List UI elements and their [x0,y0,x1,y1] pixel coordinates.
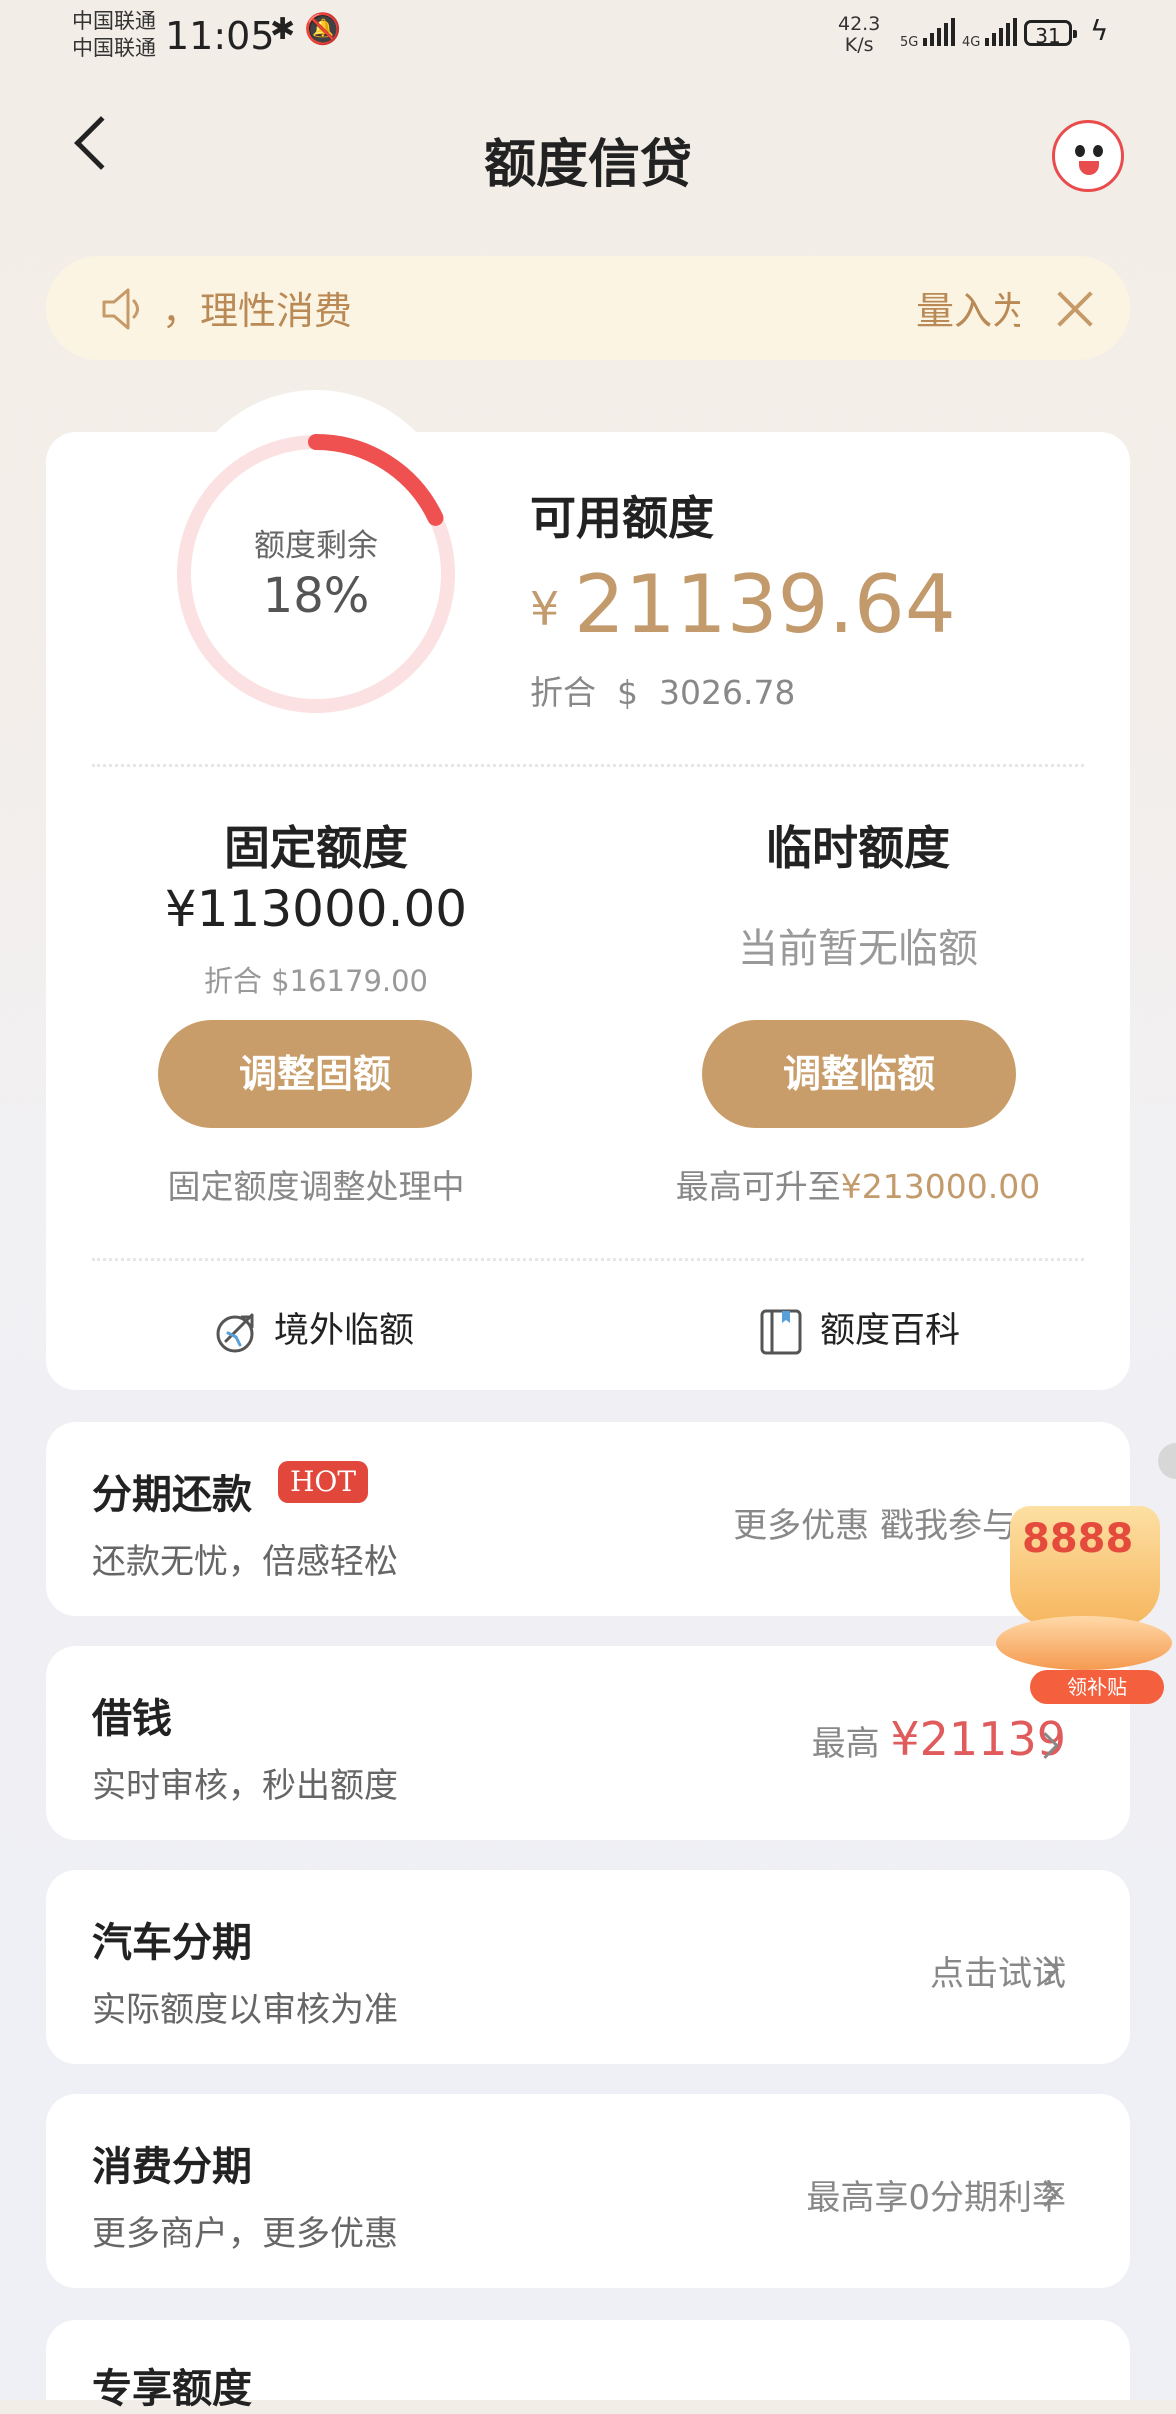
car-installment-subtitle: 实际额度以审核为准 [92,1990,398,2030]
net-speed: 42.3 K/s [838,14,880,56]
adjust-fixed-button[interactable]: 调整固额 [158,1020,472,1128]
converted-amount: 3026.78 [658,673,796,712]
charging-icon: ϟ [1090,14,1109,47]
coupon-label: 领补贴 [1030,1670,1164,1704]
ring-percent: 18% [262,568,370,624]
consumer-installment-title: 消费分期 [92,2144,252,2190]
close-icon[interactable] [1052,286,1098,332]
signal-5g-label: 5G [900,35,919,50]
signal-5g: 5G [900,18,955,50]
mute-bell-icon: 🔕 [304,12,342,47]
signal-4g-label: 4G [962,35,981,50]
battery-icon: 31 [1024,20,1077,48]
notice-text: ，理性消费 [162,289,353,333]
coupon-number: 8888 [1022,1516,1134,1562]
signal-bars-icon [984,18,1017,46]
mascot-icon[interactable] [1052,120,1124,192]
temp-note-prefix: 最高可升至 [675,1167,841,1206]
signal-bars-icon [922,18,955,46]
ring-label: 额度剩余 [254,528,378,564]
overseas-label: 境外临额 [274,1311,415,1351]
temp-title: 临时额度 [766,821,950,875]
carrier-labels: 中国联通 中国联通 [72,8,156,62]
installment-repay-subtitle: 还款无忧，倍感轻松 [92,1542,398,1582]
temp-note: 最高可升至¥213000.00 [588,1160,1128,1208]
converted-symbol: $ [616,673,638,712]
fixed-converted: 折合 $16179.00 [203,964,429,998]
available-label: 可用额度 [530,491,714,545]
subsidy-coupon[interactable]: 8888 领补贴 [988,1498,1176,1712]
encyclopedia-label: 额度百科 [820,1311,961,1351]
coupon-base [996,1616,1172,1670]
page-title: 额度信贷 [483,135,692,195]
speaker-icon [102,288,139,330]
consumer-installment-right: 最高享0分期利率 [806,2178,1066,2218]
bluetooth-icon: ✱ [270,12,296,47]
net-speed-value: 42.3 [838,13,881,35]
consumer-installment-subtitle: 更多商户，更多优惠 [92,2214,398,2254]
overseas-plane-icon [216,1313,254,1353]
divider [92,1258,1084,1261]
hot-badge: HOT [278,1461,369,1503]
installment-repay-right: 更多优惠 戳我参与 [733,1506,1016,1546]
borrow-subtitle: 实时审核，秒出额度 [92,1766,398,1806]
status-time: 11:05 [165,14,275,58]
net-speed-unit: K/s [844,34,874,56]
currency-symbol: ¥ [530,582,560,636]
converted-label: 折合 [530,673,596,712]
borrow-right: 最高 ¥21139 [812,1712,1066,1766]
signal-4g: 4G [962,18,1017,50]
fixed-title: 固定额度 [224,821,408,875]
carrier-2: 中国联通 [72,36,156,60]
installment-repay-title: 分期还款 [92,1472,252,1518]
car-installment-title: 汽车分期 [92,1920,252,1966]
fixed-note: 固定额度调整处理中 [167,1167,465,1206]
encyclopedia-link[interactable]: 额度百科 [760,1302,960,1355]
available-amount: 21139.64 [574,558,956,651]
exclusive-credit-title: 专享额度 [92,2366,252,2412]
carrier-1: 中国联通 [72,9,156,33]
temp-note-amount: ¥213000.00 [840,1167,1041,1206]
overseas-link[interactable]: 境外临额 [214,1302,414,1355]
adjust-temp-button[interactable]: 调整临额 [702,1020,1016,1128]
close-float-icon[interactable] [1158,1443,1176,1479]
temp-status: 当前暂无临额 [738,926,978,972]
fixed-amount: ¥113000.00 [164,880,468,938]
book-icon [760,1309,802,1355]
divider [92,764,1084,767]
borrow-right-prefix: 最高 [811,1724,880,1764]
borrow-title: 借钱 [92,1696,172,1742]
available-converted: 折合 $ 3026.78 [530,666,795,714]
notice-scroll-text: 量入为 [916,289,1020,333]
